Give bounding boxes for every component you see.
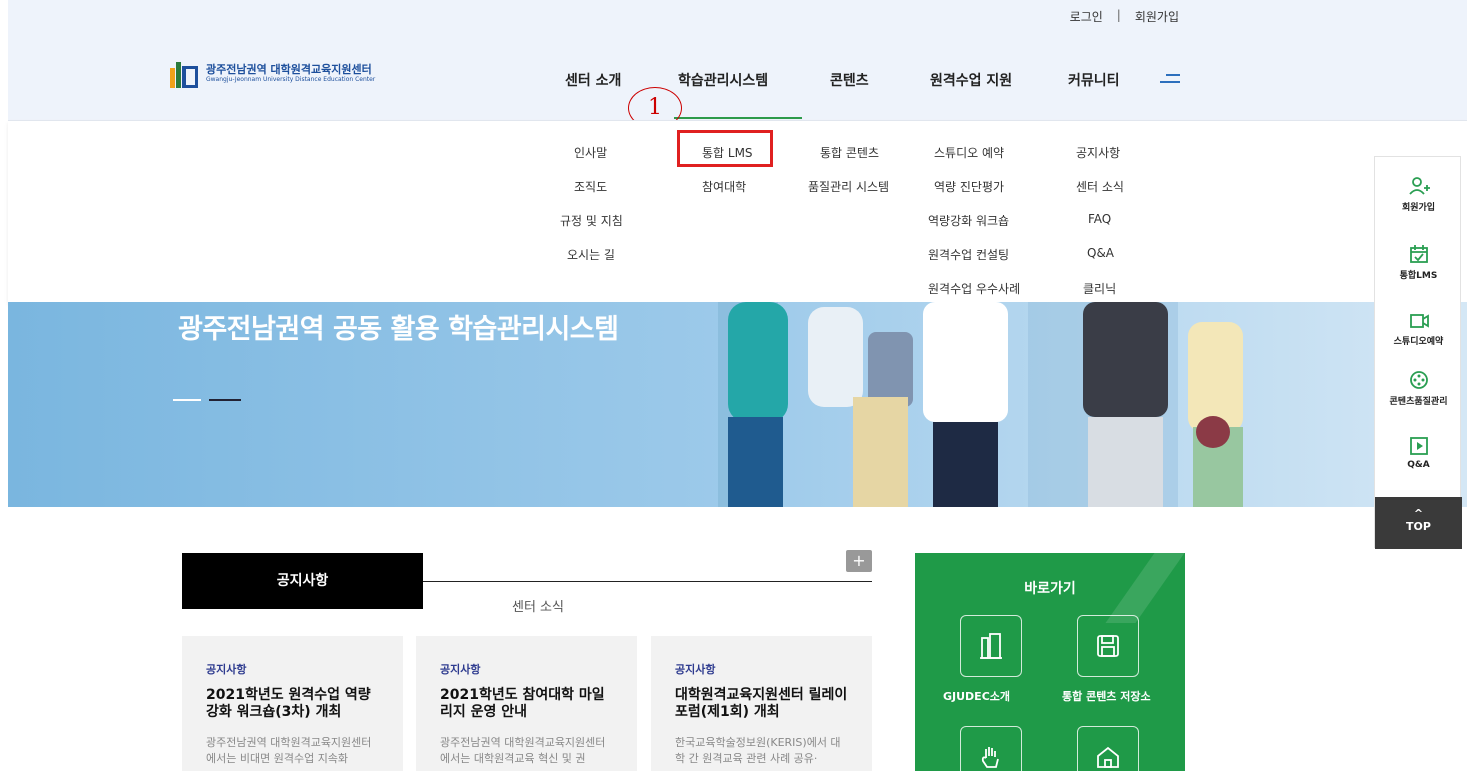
- logo-title: 광주전남권역 대학원격교육지원센터: [206, 62, 372, 76]
- hero-slide-indicator-1[interactable]: [173, 399, 201, 401]
- submenu-participating-universities[interactable]: 참여대학: [702, 178, 746, 195]
- submenu-faq[interactable]: FAQ: [1088, 212, 1111, 226]
- hand-icon: [981, 747, 999, 768]
- submenu-consulting[interactable]: 원격수업 컨설팅: [928, 246, 1009, 263]
- nav-item-center-intro[interactable]: 센터 소개: [565, 70, 621, 90]
- quick-link-contents-storage-button[interactable]: [1077, 615, 1139, 677]
- logo-mark-icon: [170, 58, 200, 88]
- scroll-top-label: TOP: [1406, 520, 1431, 533]
- top-links-separator: |: [1116, 8, 1121, 22]
- save-disk-icon: [1097, 635, 1119, 657]
- quick-link-gjudec-label: GJUDEC소개: [943, 690, 1011, 703]
- quick-item-signup[interactable]: 회원가입: [1375, 175, 1462, 213]
- video-camera-icon: [1409, 314, 1429, 328]
- quick-item-studio-label: 스튜디오예약: [1393, 337, 1444, 347]
- top-links: 로그인 | 회원가입: [1070, 8, 1179, 25]
- quick-menu: 회원가입 통합LMS 스튜디오예약 콘텐츠품질관리 Q&A ^ TOP: [1374, 156, 1462, 549]
- hero-slide-indicator-2[interactable]: [209, 399, 241, 401]
- submenu-workshop[interactable]: 역량강화 워크숍: [928, 212, 1009, 229]
- submenu-regulations[interactable]: 규정 및 지침: [560, 212, 623, 229]
- submenu-directions[interactable]: 오시는 길: [567, 246, 615, 263]
- quick-item-quality[interactable]: 콘텐츠품질관리: [1375, 369, 1462, 407]
- tab-notices[interactable]: 공지사항: [182, 553, 423, 609]
- login-link[interactable]: 로그인: [1070, 8, 1103, 25]
- quick-item-qna-label: Q&A: [1407, 460, 1430, 470]
- submenu-studio-reservation[interactable]: 스튜디오 예약: [934, 144, 1004, 161]
- notice-card-category: 공지사항: [206, 663, 247, 676]
- logo-subtitle: Gwangju-Jeonnam University Distance Educ…: [206, 75, 376, 83]
- nav-active-underline: [674, 117, 802, 119]
- notice-card-category: 공지사항: [675, 663, 716, 676]
- submenu-best-practices[interactable]: 원격수업 우수사례: [928, 280, 1020, 297]
- quick-item-lms[interactable]: 통합LMS: [1375, 243, 1462, 281]
- submenu-qna[interactable]: Q&A: [1087, 246, 1114, 260]
- hamburger-menu-icon[interactable]: [1160, 74, 1180, 88]
- nav-item-remote-support[interactable]: 원격수업 지원: [930, 70, 1012, 90]
- signup-link[interactable]: 회원가입: [1135, 8, 1179, 25]
- notice-card-title: 대학원격교육지원센터 릴레이 포럼(제1회) 개최: [675, 687, 848, 720]
- quick-links-panel: 바로가기: [915, 553, 1185, 771]
- annotation-highlight-box: [677, 130, 773, 167]
- user-plus-icon: [1408, 177, 1430, 195]
- submenu-integrated-contents[interactable]: 통합 콘텐츠: [820, 144, 879, 161]
- home-icon: [1097, 746, 1119, 768]
- notice-card-category: 공지사항: [440, 663, 481, 676]
- tab-center-news[interactable]: 센터 소식: [512, 596, 564, 615]
- notice-card-description: 광주전남권역 대학원격교육지원센터에서는 비대면 원격수업 지속화: [206, 736, 372, 765]
- quick-link-gjudec-button[interactable]: [960, 615, 1022, 677]
- quick-item-signup-label: 회원가입: [1401, 203, 1436, 213]
- nav-item-lms[interactable]: 학습관리시스템: [678, 70, 768, 90]
- more-notices-button[interactable]: +: [846, 550, 872, 572]
- submenu-quality-system[interactable]: 품질관리 시스템: [808, 178, 889, 195]
- building-icon: [980, 633, 1002, 659]
- quick-links-title: 바로가기: [1024, 581, 1076, 597]
- nav-item-contents[interactable]: 콘텐츠: [830, 70, 869, 90]
- film-reel-icon: [1409, 371, 1428, 389]
- notice-card[interactable]: 공지사항 2021학년도 원격수업 역량강화 워크숍(3차) 개최 광주전남권역…: [182, 636, 403, 771]
- site-logo[interactable]: 광주전남권역 대학원격교육지원센터 Gwangju-Jeonnam Univer…: [170, 58, 375, 88]
- quick-item-studio[interactable]: 스튜디오예약: [1375, 309, 1462, 347]
- calendar-check-icon: [1409, 245, 1428, 263]
- submenu-notices[interactable]: 공지사항: [1076, 144, 1120, 161]
- chevron-up-icon: ^: [1413, 507, 1424, 520]
- notice-card-description: 광주전남권역 대학원격교육지원센터에서는 대학원격교육 혁신 및 권: [440, 736, 606, 765]
- quick-link-home-button[interactable]: [1077, 726, 1139, 771]
- hero-illustration: [718, 302, 1243, 507]
- quick-link-hand-button[interactable]: [960, 726, 1022, 771]
- scroll-top-button[interactable]: ^ TOP: [1375, 497, 1462, 549]
- play-box-icon: [1409, 437, 1428, 455]
- hero-banner: 광주전남권역 공동 활용 학습관리시스템: [8, 302, 1467, 507]
- quick-item-quality-label: 콘텐츠품질관리: [1389, 397, 1448, 407]
- hero-title: 광주전남권역 공동 활용 학습관리시스템: [178, 314, 619, 345]
- nav-item-community[interactable]: 커뮤니티: [1068, 70, 1120, 90]
- notice-card-description: 한국교육학술정보원(KERIS)에서 대학 간 원격교육 관련 사례 공유·: [675, 736, 841, 765]
- quick-link-contents-storage-label: 통합 콘텐츠 저장소: [1062, 690, 1151, 703]
- notice-card-title: 2021학년도 참여대학 마일리지 운영 안내: [440, 687, 605, 720]
- submenu-greeting[interactable]: 인사말: [574, 144, 607, 161]
- quick-item-lms-label: 통합LMS: [1399, 271, 1438, 281]
- tab-divider-line: [423, 581, 872, 582]
- submenu-org-chart[interactable]: 조직도: [574, 178, 607, 195]
- submenu-competency-assessment[interactable]: 역량 진단평가: [934, 178, 1004, 195]
- notice-card-title: 2021학년도 원격수업 역량강화 워크숍(3차) 개최: [206, 687, 371, 720]
- quick-item-qna[interactable]: Q&A: [1375, 435, 1462, 470]
- submenu-center-news[interactable]: 센터 소식: [1076, 178, 1124, 195]
- submenu-clinic[interactable]: 클리닉: [1083, 280, 1116, 297]
- notice-card[interactable]: 공지사항 2021학년도 참여대학 마일리지 운영 안내 광주전남권역 대학원격…: [416, 636, 637, 771]
- notice-card[interactable]: 공지사항 대학원격교육지원센터 릴레이 포럼(제1회) 개최 한국교육학술정보원…: [651, 636, 872, 771]
